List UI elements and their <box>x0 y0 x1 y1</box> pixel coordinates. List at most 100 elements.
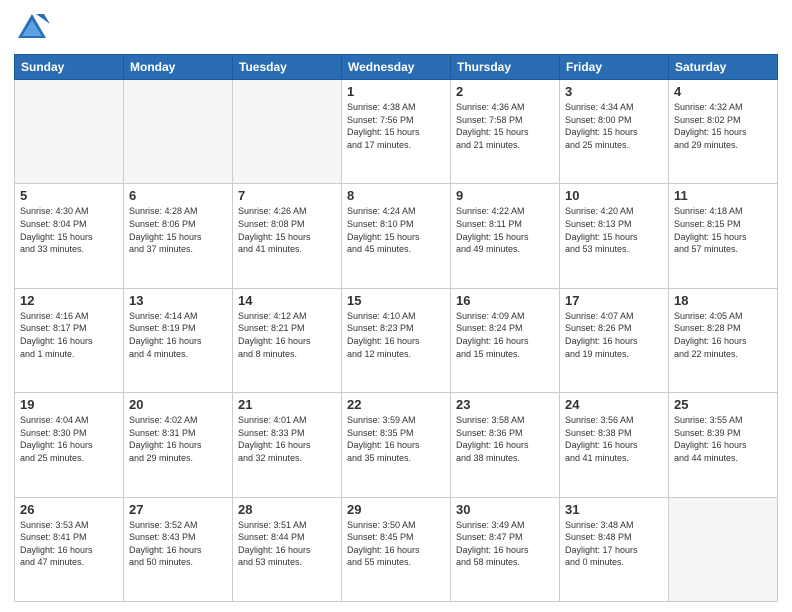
day-header-sunday: Sunday <box>15 55 124 80</box>
calendar-table: SundayMondayTuesdayWednesdayThursdayFrid… <box>14 54 778 602</box>
day-header-friday: Friday <box>560 55 669 80</box>
day-info: Sunrise: 3:50 AM Sunset: 8:45 PM Dayligh… <box>347 519 445 569</box>
day-number: 30 <box>456 502 554 517</box>
day-header-saturday: Saturday <box>669 55 778 80</box>
day-header-monday: Monday <box>124 55 233 80</box>
day-info: Sunrise: 4:34 AM Sunset: 8:00 PM Dayligh… <box>565 101 663 151</box>
calendar-cell: 3 Sunrise: 4:34 AM Sunset: 8:00 PM Daylig… <box>560 80 669 184</box>
day-number: 15 <box>347 293 445 308</box>
week-row-1: 1 Sunrise: 4:38 AM Sunset: 7:56 PM Daylig… <box>15 80 778 184</box>
day-info: Sunrise: 4:14 AM Sunset: 8:19 PM Dayligh… <box>129 310 227 360</box>
calendar-cell: 13 Sunrise: 4:14 AM Sunset: 8:19 PM Dayli… <box>124 288 233 392</box>
day-number: 9 <box>456 188 554 203</box>
calendar-cell: 20 Sunrise: 4:02 AM Sunset: 8:31 PM Dayli… <box>124 393 233 497</box>
calendar-cell: 25 Sunrise: 3:55 AM Sunset: 8:39 PM Dayli… <box>669 393 778 497</box>
day-info: Sunrise: 4:09 AM Sunset: 8:24 PM Dayligh… <box>456 310 554 360</box>
day-number: 31 <box>565 502 663 517</box>
day-number: 2 <box>456 84 554 99</box>
calendar-cell: 10Sunrise: 4:20 AM Sunset: 8:13 PM Dayli… <box>560 184 669 288</box>
day-number: 17 <box>565 293 663 308</box>
page: SundayMondayTuesdayWednesdayThursdayFrid… <box>0 0 792 612</box>
day-info: Sunrise: 3:56 AM Sunset: 8:38 PM Dayligh… <box>565 414 663 464</box>
day-number: 13 <box>129 293 227 308</box>
logo <box>14 10 54 46</box>
day-info: Sunrise: 4:28 AM Sunset: 8:06 PM Dayligh… <box>129 205 227 255</box>
calendar-cell <box>124 80 233 184</box>
day-number: 23 <box>456 397 554 412</box>
day-number: 6 <box>129 188 227 203</box>
day-number: 11 <box>674 188 772 203</box>
calendar-cell: 22 Sunrise: 3:59 AM Sunset: 8:35 PM Dayli… <box>342 393 451 497</box>
week-row-3: 12Sunrise: 4:16 AM Sunset: 8:17 PM Dayli… <box>15 288 778 392</box>
day-info: Sunrise: 3:49 AM Sunset: 8:47 PM Dayligh… <box>456 519 554 569</box>
logo-icon <box>14 10 50 46</box>
day-number: 22 <box>347 397 445 412</box>
day-info: Sunrise: 3:53 AM Sunset: 8:41 PM Dayligh… <box>20 519 118 569</box>
calendar-cell: 8 Sunrise: 4:24 AM Sunset: 8:10 PM Daylig… <box>342 184 451 288</box>
calendar-cell <box>15 80 124 184</box>
calendar-cell: 4 Sunrise: 4:32 AM Sunset: 8:02 PM Daylig… <box>669 80 778 184</box>
day-info: Sunrise: 4:01 AM Sunset: 8:33 PM Dayligh… <box>238 414 336 464</box>
day-number: 12 <box>20 293 118 308</box>
day-number: 14 <box>238 293 336 308</box>
day-info: Sunrise: 4:26 AM Sunset: 8:08 PM Dayligh… <box>238 205 336 255</box>
calendar-cell: 29 Sunrise: 3:50 AM Sunset: 8:45 PM Dayli… <box>342 497 451 601</box>
week-row-4: 19 Sunrise: 4:04 AM Sunset: 8:30 PM Dayli… <box>15 393 778 497</box>
calendar-cell: 19 Sunrise: 4:04 AM Sunset: 8:30 PM Dayli… <box>15 393 124 497</box>
day-number: 16 <box>456 293 554 308</box>
day-info: Sunrise: 4:05 AM Sunset: 8:28 PM Dayligh… <box>674 310 772 360</box>
day-info: Sunrise: 4:04 AM Sunset: 8:30 PM Dayligh… <box>20 414 118 464</box>
calendar-cell: 16 Sunrise: 4:09 AM Sunset: 8:24 PM Dayli… <box>451 288 560 392</box>
day-number: 5 <box>20 188 118 203</box>
calendar-cell: 7Sunrise: 4:26 AM Sunset: 8:08 PM Daylig… <box>233 184 342 288</box>
day-number: 1 <box>347 84 445 99</box>
day-number: 29 <box>347 502 445 517</box>
day-number: 19 <box>20 397 118 412</box>
day-info: Sunrise: 4:02 AM Sunset: 8:31 PM Dayligh… <box>129 414 227 464</box>
day-info: Sunrise: 4:36 AM Sunset: 7:58 PM Dayligh… <box>456 101 554 151</box>
calendar-cell: 18Sunrise: 4:05 AM Sunset: 8:28 PM Dayli… <box>669 288 778 392</box>
calendar-cell: 1 Sunrise: 4:38 AM Sunset: 7:56 PM Daylig… <box>342 80 451 184</box>
day-info: Sunrise: 4:24 AM Sunset: 8:10 PM Dayligh… <box>347 205 445 255</box>
calendar-cell: 15 Sunrise: 4:10 AM Sunset: 8:23 PM Dayli… <box>342 288 451 392</box>
day-header-wednesday: Wednesday <box>342 55 451 80</box>
day-number: 21 <box>238 397 336 412</box>
calendar-cell: 24 Sunrise: 3:56 AM Sunset: 8:38 PM Dayli… <box>560 393 669 497</box>
day-info: Sunrise: 3:58 AM Sunset: 8:36 PM Dayligh… <box>456 414 554 464</box>
calendar-cell: 21 Sunrise: 4:01 AM Sunset: 8:33 PM Dayli… <box>233 393 342 497</box>
day-number: 4 <box>674 84 772 99</box>
day-number: 28 <box>238 502 336 517</box>
header <box>14 10 778 46</box>
day-number: 3 <box>565 84 663 99</box>
day-info: Sunrise: 4:18 AM Sunset: 8:15 PM Dayligh… <box>674 205 772 255</box>
day-info: Sunrise: 3:55 AM Sunset: 8:39 PM Dayligh… <box>674 414 772 464</box>
day-info: Sunrise: 4:10 AM Sunset: 8:23 PM Dayligh… <box>347 310 445 360</box>
calendar-cell: 27 Sunrise: 3:52 AM Sunset: 8:43 PM Dayli… <box>124 497 233 601</box>
day-header-tuesday: Tuesday <box>233 55 342 80</box>
day-info: Sunrise: 4:30 AM Sunset: 8:04 PM Dayligh… <box>20 205 118 255</box>
calendar-cell: 23 Sunrise: 3:58 AM Sunset: 8:36 PM Dayli… <box>451 393 560 497</box>
day-number: 26 <box>20 502 118 517</box>
day-number: 8 <box>347 188 445 203</box>
day-number: 24 <box>565 397 663 412</box>
calendar-cell: 12Sunrise: 4:16 AM Sunset: 8:17 PM Dayli… <box>15 288 124 392</box>
calendar-cell: 31 Sunrise: 3:48 AM Sunset: 8:48 PM Dayli… <box>560 497 669 601</box>
day-info: Sunrise: 4:22 AM Sunset: 8:11 PM Dayligh… <box>456 205 554 255</box>
calendar-cell: 2 Sunrise: 4:36 AM Sunset: 7:58 PM Daylig… <box>451 80 560 184</box>
day-info: Sunrise: 4:12 AM Sunset: 8:21 PM Dayligh… <box>238 310 336 360</box>
calendar-cell: 14 Sunrise: 4:12 AM Sunset: 8:21 PM Dayli… <box>233 288 342 392</box>
day-info: Sunrise: 3:52 AM Sunset: 8:43 PM Dayligh… <box>129 519 227 569</box>
day-number: 27 <box>129 502 227 517</box>
week-row-2: 5 Sunrise: 4:30 AM Sunset: 8:04 PM Daylig… <box>15 184 778 288</box>
day-info: Sunrise: 4:20 AM Sunset: 8:13 PM Dayligh… <box>565 205 663 255</box>
calendar-cell: 9 Sunrise: 4:22 AM Sunset: 8:11 PM Daylig… <box>451 184 560 288</box>
day-info: Sunrise: 3:59 AM Sunset: 8:35 PM Dayligh… <box>347 414 445 464</box>
day-number: 20 <box>129 397 227 412</box>
calendar-cell: 28Sunrise: 3:51 AM Sunset: 8:44 PM Dayli… <box>233 497 342 601</box>
day-number: 25 <box>674 397 772 412</box>
calendar-cell <box>233 80 342 184</box>
day-info: Sunrise: 4:38 AM Sunset: 7:56 PM Dayligh… <box>347 101 445 151</box>
day-info: Sunrise: 4:32 AM Sunset: 8:02 PM Dayligh… <box>674 101 772 151</box>
week-row-5: 26 Sunrise: 3:53 AM Sunset: 8:41 PM Dayli… <box>15 497 778 601</box>
day-info: Sunrise: 3:48 AM Sunset: 8:48 PM Dayligh… <box>565 519 663 569</box>
